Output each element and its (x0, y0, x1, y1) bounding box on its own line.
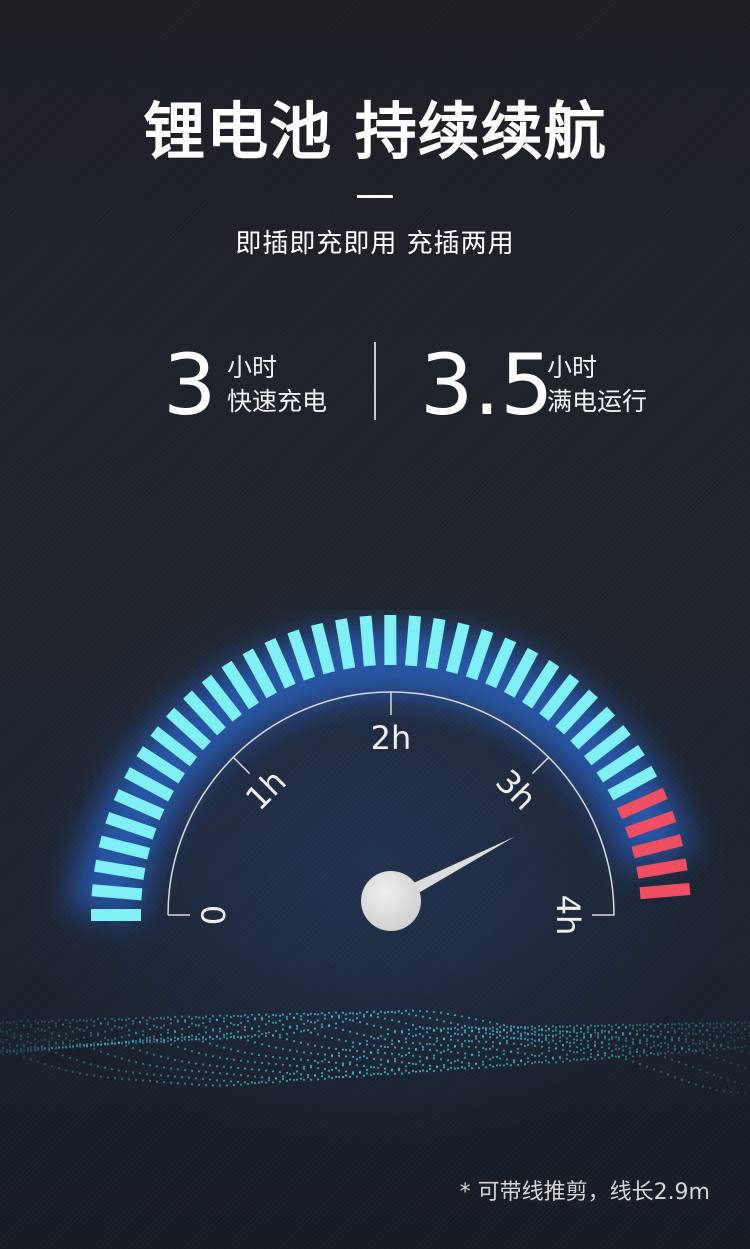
gauge-segment (335, 618, 356, 670)
stat-desc: 满电运行 (547, 387, 648, 416)
gauge-segment (636, 858, 688, 879)
particle-wave (0, 1009, 750, 1094)
gauge-tick-label: 4h (549, 895, 587, 936)
stat-desc: 快速充电 (227, 387, 328, 416)
gauge-tick (531, 756, 550, 775)
gauge-segment (639, 882, 691, 900)
gauge-segment (405, 615, 422, 667)
gauge-segment (91, 884, 143, 901)
stat-run-time: 3.5 小时 满电运行 (420, 340, 680, 430)
stat-number: 3 (163, 336, 217, 434)
page-title: 锂电池 持续续航 (143, 95, 607, 168)
battery-gauge: 01h2h3h4h (70, 614, 694, 936)
stat-number: 3.5 (420, 336, 554, 434)
stat-unit: 小时 (547, 353, 598, 382)
gauge-tick (232, 756, 251, 775)
gauge-segment (359, 615, 376, 667)
gauge-tick-label: 0 (195, 905, 233, 925)
gauge-tick-label: 2h (371, 719, 412, 757)
title-divider (357, 195, 393, 198)
page-subtitle: 即插即充即用 充插两用 (235, 229, 515, 259)
stat-unit: 小时 (227, 353, 278, 382)
stat-charge-time: 3 小时 快速充电 (163, 340, 343, 430)
gauge-hub (361, 871, 421, 931)
gauge-segment (425, 617, 446, 670)
gauge-segment (94, 859, 146, 880)
footnote: * 可带线推剪，线长2.9m (459, 1180, 710, 1205)
stat-divider (374, 342, 376, 420)
